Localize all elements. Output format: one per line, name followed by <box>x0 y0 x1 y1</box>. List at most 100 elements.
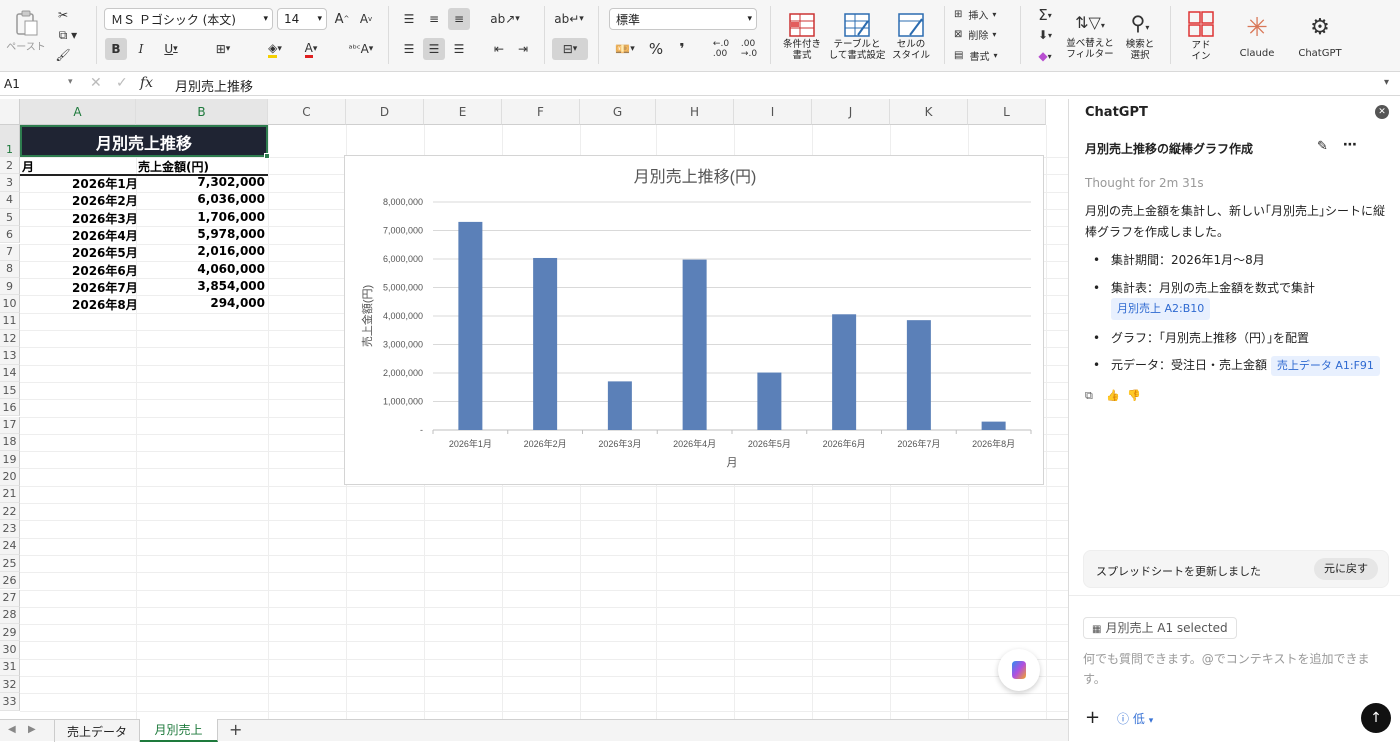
number-format-select[interactable]: 標準 ▾ <box>609 8 757 30</box>
increase-font-icon[interactable]: A ^ <box>332 10 352 28</box>
edit-icon[interactable]: ✎ <box>1317 139 1328 154</box>
column-header-L[interactable]: L <box>968 99 1046 125</box>
column-header-A[interactable]: A <box>20 99 136 125</box>
row-header-31[interactable]: 31 <box>0 658 20 676</box>
currency-icon[interactable]: 💴 ▾ <box>610 38 640 60</box>
decrease-decimal-icon[interactable]: .00 →.0 <box>736 38 762 60</box>
amount-cell[interactable]: 4,060,000 <box>197 262 265 276</box>
font-color-icon[interactable]: A ▾ <box>294 38 328 60</box>
amount-cell[interactable]: 7,302,000 <box>197 175 265 189</box>
amount-cell[interactable]: 5,978,000 <box>197 227 265 241</box>
expand-formula-icon[interactable]: ▾ <box>1384 77 1389 88</box>
row-header-14[interactable]: 14 <box>0 364 20 382</box>
range-chip[interactable]: 月別売上 A2:B10 <box>1111 298 1211 320</box>
chevron-down-icon[interactable]: ▾ <box>68 77 73 87</box>
month-cell[interactable]: 2026年7月 <box>72 279 138 296</box>
copy-icon[interactable]: ⧉ <box>1085 389 1093 403</box>
row-header-25[interactable]: 25 <box>0 554 20 573</box>
align-bottom-icon[interactable]: ≡ <box>448 8 470 30</box>
column-header-G[interactable]: G <box>580 99 656 125</box>
row-header-29[interactable]: 29 <box>0 624 20 642</box>
row-header-3[interactable]: 3 <box>0 174 20 192</box>
bold-button[interactable]: B <box>105 38 127 60</box>
month-cell[interactable]: 2026年1月 <box>72 175 138 192</box>
amount-cell[interactable]: 2,016,000 <box>197 244 265 258</box>
fx-icon[interactable]: fx <box>140 75 153 91</box>
copy-icon[interactable]: ⧉ ▾ <box>54 26 82 44</box>
row-header-7[interactable]: 7 <box>0 243 20 261</box>
row-header-33[interactable]: 33 <box>0 693 20 711</box>
insert-button[interactable]: ⊞ 挿入 ▾ <box>954 6 1010 22</box>
row-header-27[interactable]: 27 <box>0 589 20 607</box>
selection-handle[interactable] <box>264 153 270 159</box>
thumbs-up-icon[interactable]: 👍 <box>1106 389 1120 402</box>
font-name-select[interactable]: ＭＳ Ｐゴシック (本文) ▾ <box>104 8 273 30</box>
column-header-J[interactable]: J <box>812 99 890 125</box>
row-header-30[interactable]: 30 <box>0 641 20 659</box>
more-icon[interactable]: ⋯ <box>1343 137 1357 153</box>
row-header-32[interactable]: 32 <box>0 676 20 694</box>
column-header-H[interactable]: H <box>656 99 734 125</box>
column-header-I[interactable]: I <box>734 99 812 125</box>
row-header-9[interactable]: 9 <box>0 278 20 296</box>
context-chip[interactable]: ▦ 月別売上 A1 selected <box>1083 617 1237 639</box>
select-all-corner[interactable] <box>0 99 20 125</box>
increase-indent-icon[interactable]: ⇥ <box>512 38 534 60</box>
cancel-icon[interactable]: ✕ <box>90 75 102 91</box>
formula-input[interactable]: 月別売上推移 <box>175 76 253 95</box>
month-cell[interactable]: 2026年5月 <box>72 244 138 261</box>
row-header-1[interactable]: 1 <box>0 125 20 157</box>
next-sheet-icon[interactable]: ▶ <box>28 724 36 735</box>
fill-color-icon[interactable]: ◈ ▾ <box>258 38 292 60</box>
sheet-tab-sales-data[interactable]: 売上データ <box>54 720 140 742</box>
find-select-button[interactable]: ⚲▾ 検索と 選択 <box>1118 6 1162 66</box>
decrease-indent-icon[interactable]: ⇤ <box>488 38 510 60</box>
effort-select[interactable]: ⓘ 低 ▾ <box>1117 710 1153 727</box>
row-header-28[interactable]: 28 <box>0 606 20 625</box>
spreadsheet-grid[interactable]: ABCDEFGHIJKL 1 2 3 4 5 6 7 8 9 10 11 12 13 14 15 16 17 18… <box>0 99 1068 719</box>
increase-decimal-icon[interactable]: ←.0.00 <box>708 38 734 60</box>
chatgpt-button[interactable]: ⚙ ChatGPT <box>1292 6 1348 66</box>
wrap-text-icon[interactable]: ab↵ ▾ <box>552 8 586 30</box>
row-header-24[interactable]: 24 <box>0 537 20 555</box>
align-top-icon[interactable]: ☰ <box>398 8 420 30</box>
text-orientation-icon[interactable]: ab↗ ▾ <box>488 8 522 30</box>
amount-cell[interactable]: 3,854,000 <box>197 279 265 293</box>
fill-icon[interactable]: ⬇ ▾ <box>1030 26 1060 44</box>
clear-icon[interactable]: ◆ ▾ <box>1030 47 1060 65</box>
addins-button[interactable]: アド イン <box>1180 6 1222 66</box>
column-header-F[interactable]: F <box>502 99 580 125</box>
decrease-font-icon[interactable]: Av <box>356 10 376 28</box>
row-header-2[interactable]: 2 <box>0 157 20 175</box>
thought-duration[interactable]: Thought for 2m 31s <box>1085 176 1204 190</box>
claude-button[interactable]: ✳ Claude <box>1232 6 1282 66</box>
row-header-17[interactable]: 17 <box>0 416 20 434</box>
add-icon[interactable]: + <box>1085 707 1100 728</box>
column-header-K[interactable]: K <box>890 99 968 125</box>
row-header-23[interactable]: 23 <box>0 520 20 538</box>
cell-style-button[interactable]: セルの スタイル <box>888 6 934 66</box>
row-header-5[interactable]: 5 <box>0 208 20 227</box>
prev-sheet-icon[interactable]: ◀ <box>8 724 16 735</box>
underline-button[interactable]: U ▾ <box>155 38 187 60</box>
add-sheet-icon[interactable]: + <box>229 720 242 739</box>
cut-icon[interactable]: ✂ <box>54 6 72 24</box>
range-chip[interactable]: 売上データ A1:F91 <box>1270 356 1380 376</box>
chat-input[interactable]: 何でも質問できます。@でコンテキストを追加できます。 <box>1083 649 1383 689</box>
send-button[interactable]: ↑ <box>1361 703 1391 733</box>
undo-button[interactable]: 元に戻す <box>1314 558 1378 580</box>
format-painter-icon[interactable]: 🖌 <box>54 46 72 64</box>
month-cell[interactable]: 2026年3月 <box>72 210 138 227</box>
row-header-12[interactable]: 12 <box>0 330 20 348</box>
sheet-tab-monthly-sales[interactable]: 月別売上 <box>140 719 218 742</box>
bar-chart[interactable]: 月別売上推移(円) - 1,000,000 2,000,000 3,000,000 4,0… <box>344 155 1044 485</box>
align-center-icon[interactable]: ☰ <box>423 38 445 60</box>
format-as-table-button[interactable]: テーブルと して書式設定 <box>828 6 886 66</box>
row-header-22[interactable]: 22 <box>0 503 20 521</box>
row-header-19[interactable]: 19 <box>0 451 20 469</box>
phonetic-icon[interactable]: ᵃᵇᶜ A ▾ <box>344 38 378 60</box>
column-header-B[interactable]: B <box>136 99 268 125</box>
amount-cell[interactable]: 1,706,000 <box>197 210 265 224</box>
sort-filter-button[interactable]: ⇅▽▾ 並べ替えと フィルター <box>1064 6 1116 66</box>
row-header-11[interactable]: 11 <box>0 312 20 330</box>
